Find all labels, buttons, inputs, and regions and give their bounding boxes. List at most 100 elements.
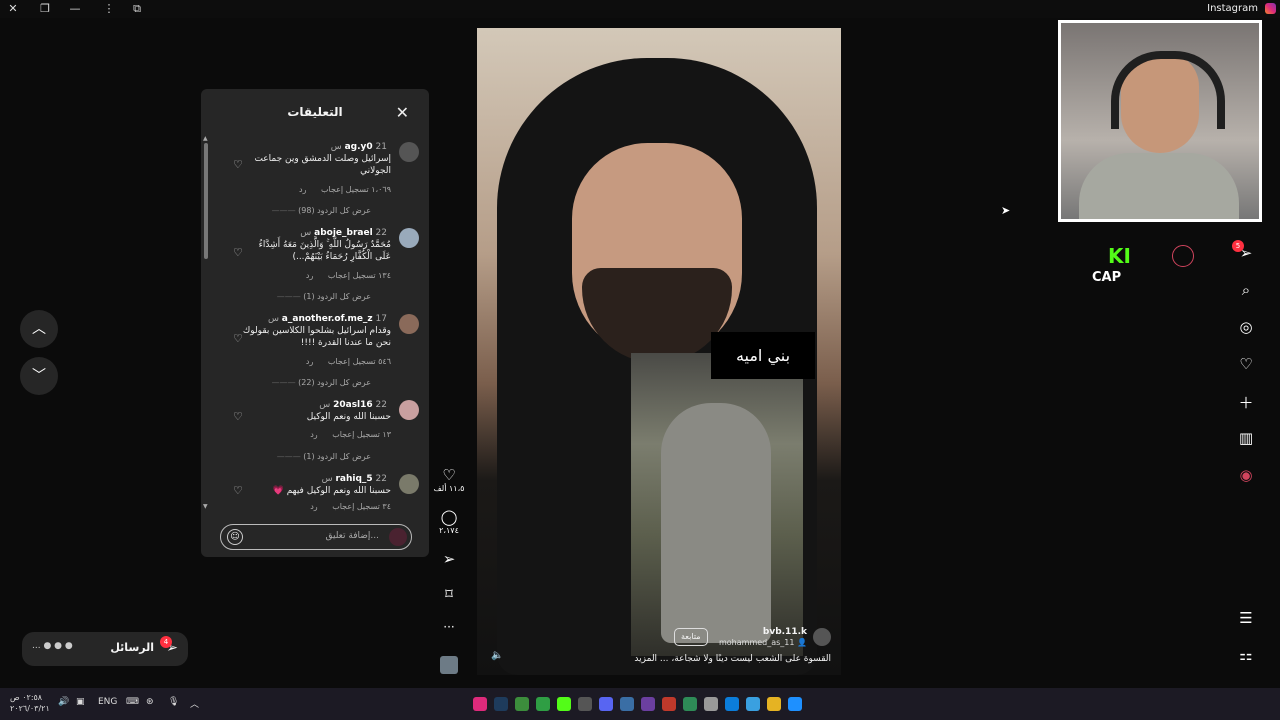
view-replies-button[interactable]: عرض كل الردود (1) ——— xyxy=(277,452,371,461)
chevron-down-icon: ﹀ xyxy=(32,368,46,384)
file-explorer-icon[interactable] xyxy=(767,697,781,711)
reply-button[interactable]: رد xyxy=(306,357,313,366)
obs-app-icon[interactable] xyxy=(662,697,676,711)
comment-username[interactable]: ag.y0 xyxy=(345,142,373,152)
view-replies-button[interactable]: عرض كل الردود (98) ——— xyxy=(272,206,371,215)
comment-likes[interactable]: ١،٠٦٩ تسجيل إعجاب xyxy=(321,185,391,194)
reel-video[interactable]: بني اميه bvb.11.k 👤 mohammed_as_11 متابع… xyxy=(477,28,841,675)
reply-button[interactable]: رد xyxy=(306,271,313,280)
follow-button[interactable]: متابعة xyxy=(674,628,708,646)
close-window-icon[interactable]: ✕ xyxy=(6,2,20,16)
more-icon[interactable]: ··· xyxy=(436,620,462,634)
reply-button[interactable]: رد xyxy=(310,430,317,439)
comment-item: aboje_brael 22 س مُحَمَّدٌ رَسُولُ اللَّ… xyxy=(215,228,419,308)
scrollbar-thumb[interactable] xyxy=(204,143,208,259)
close-icon[interactable]: ✕ xyxy=(396,103,409,122)
app-icon[interactable] xyxy=(641,697,655,711)
comment-text: حسبنا الله ونعم الوكيل فيهم 💗 xyxy=(272,486,391,496)
webcam-overlay xyxy=(1058,20,1262,222)
avatar[interactable] xyxy=(399,228,419,248)
comment-item: ag.y0 21 س إسرائيل وصلت الدمشق وين جماعت… xyxy=(215,142,419,222)
emoji-icon[interactable]: ☺ xyxy=(227,529,243,545)
chevron-up-icon: ︿ xyxy=(32,321,46,337)
avatar[interactable] xyxy=(399,142,419,162)
app-icon[interactable] xyxy=(746,697,760,711)
reply-button[interactable]: رد xyxy=(299,185,306,194)
network-icon[interactable]: ▣ xyxy=(76,697,85,707)
comments-scrollbar[interactable]: ▲ ▼ xyxy=(203,135,208,510)
dashboard-icon[interactable]: ▥ xyxy=(1236,429,1256,447)
kick-app-icon[interactable] xyxy=(557,697,571,711)
comments-panel: التعليقات ✕ ▲ ▼ ag.y0 21 س إسرائيل وصلت … xyxy=(201,89,429,557)
show-hidden-icons[interactable]: ︿ xyxy=(190,697,199,710)
profile-icon[interactable]: ◉ xyxy=(1236,466,1256,484)
view-replies-button[interactable]: عرض كل الردود (22) ——— xyxy=(272,378,371,387)
comment-username[interactable]: a_another.of.me_z xyxy=(282,314,373,324)
avatar[interactable] xyxy=(813,628,831,646)
comment-username[interactable]: rahiq_5 xyxy=(335,474,372,484)
security-icon[interactable]: ⊛ xyxy=(146,697,154,707)
avatar[interactable] xyxy=(399,400,419,420)
language-indicator[interactable]: ENG xyxy=(98,697,117,707)
video-caption[interactable]: القسوة على الشعب ليست دينًا ولا شجاعة، .… xyxy=(634,654,831,664)
heart-icon[interactable]: ♡ xyxy=(233,246,243,259)
volume-icon[interactable]: 🔊 xyxy=(58,697,69,707)
notifications-icon[interactable]: ♡ xyxy=(1236,355,1256,373)
reply-button[interactable]: رد xyxy=(310,502,317,511)
view-replies-button[interactable]: عرض كل الردود (1) ——— xyxy=(277,292,371,301)
instagram-app-icon[interactable] xyxy=(473,697,487,711)
heart-icon[interactable]: ♡ xyxy=(233,410,243,423)
windows-start-icon[interactable] xyxy=(788,697,802,711)
bookmark-icon[interactable]: ⌑ xyxy=(436,585,462,603)
comment-username[interactable]: 20asl16 xyxy=(333,400,373,410)
browser-app-icon[interactable] xyxy=(536,697,550,711)
menu-icon[interactable]: ☰ xyxy=(1236,609,1256,627)
microphone-icon[interactable]: 🎙 xyxy=(168,697,179,707)
steam-app-icon[interactable] xyxy=(494,697,508,711)
restore-window-icon[interactable]: ❐ xyxy=(38,2,52,16)
extension-icon[interactable]: ⧉ xyxy=(130,2,144,16)
avatar[interactable] xyxy=(399,314,419,334)
video-overlay-text: بني اميه xyxy=(711,332,815,379)
discord-app-icon[interactable] xyxy=(599,697,613,711)
comment-likes[interactable]: ٣٤ تسجيل إعجاب xyxy=(332,502,391,511)
comment-likes[interactable]: ٥٤٦ تسجيل إعجاب xyxy=(328,357,391,366)
owner-username[interactable]: bvb.11.k xyxy=(763,627,807,637)
audio-attribution[interactable]: 👤 mohammed_as_11 xyxy=(719,638,807,647)
app-icon[interactable] xyxy=(704,697,718,711)
minimize-window-icon[interactable]: — xyxy=(68,2,82,16)
comment-likes[interactable]: ١٣ تسجيل إعجاب xyxy=(332,430,391,439)
like-count[interactable]: ١١،٥ ألف xyxy=(432,484,466,493)
kick-logo: KI xyxy=(1108,244,1131,268)
next-reel-button[interactable]: ﹀ xyxy=(20,357,58,395)
create-icon[interactable]: ＋ xyxy=(1236,392,1256,413)
heart-icon[interactable]: ♡ xyxy=(233,158,243,171)
heart-icon[interactable]: ♡ xyxy=(233,332,243,345)
direct-messages-icon[interactable]: ➢ 5 xyxy=(1232,240,1256,262)
previous-reel-button[interactable]: ︿ xyxy=(20,310,58,348)
keyboard-icon[interactable]: ⌨ xyxy=(126,697,139,707)
comment-likes[interactable]: ١٣٤ تسجيل إعجاب xyxy=(328,271,391,280)
chrome-app-icon[interactable] xyxy=(515,697,529,711)
heart-icon[interactable]: ♡ xyxy=(233,484,243,497)
instagram-logo-icon xyxy=(1265,3,1276,14)
messages-button[interactable]: ➢ 4 الرسائل ... ● ● ● xyxy=(22,632,188,666)
settings-app-icon[interactable] xyxy=(578,697,592,711)
comment-icon[interactable]: ◯ xyxy=(436,508,462,526)
volume-icon[interactable]: 🔈 xyxy=(491,650,503,661)
search-icon[interactable]: ⌕ xyxy=(1236,281,1256,299)
clock[interactable]: ٠٢:٥٨ ص ٢٠٢٦/٠٣/٢١ xyxy=(10,692,50,714)
edge-app-icon[interactable] xyxy=(725,697,739,711)
audio-thumbnail[interactable] xyxy=(440,656,458,674)
also-from-meta-icon[interactable]: ⚏ xyxy=(1236,646,1256,664)
more-options-icon[interactable]: ⋮ xyxy=(102,2,116,16)
comment-username[interactable]: aboje_brael xyxy=(314,228,373,238)
add-comment-field[interactable]: ☺ إضافة تعليق... xyxy=(220,524,412,550)
add-comment-placeholder[interactable]: إضافة تعليق... xyxy=(325,531,379,541)
explore-icon[interactable]: ◎ xyxy=(1236,318,1256,336)
chrome-app-icon[interactable] xyxy=(683,697,697,711)
avatar[interactable] xyxy=(399,474,419,494)
app-icon[interactable] xyxy=(620,697,634,711)
like-icon[interactable]: ♡ xyxy=(436,466,462,484)
share-icon[interactable]: ➢ xyxy=(436,550,462,568)
